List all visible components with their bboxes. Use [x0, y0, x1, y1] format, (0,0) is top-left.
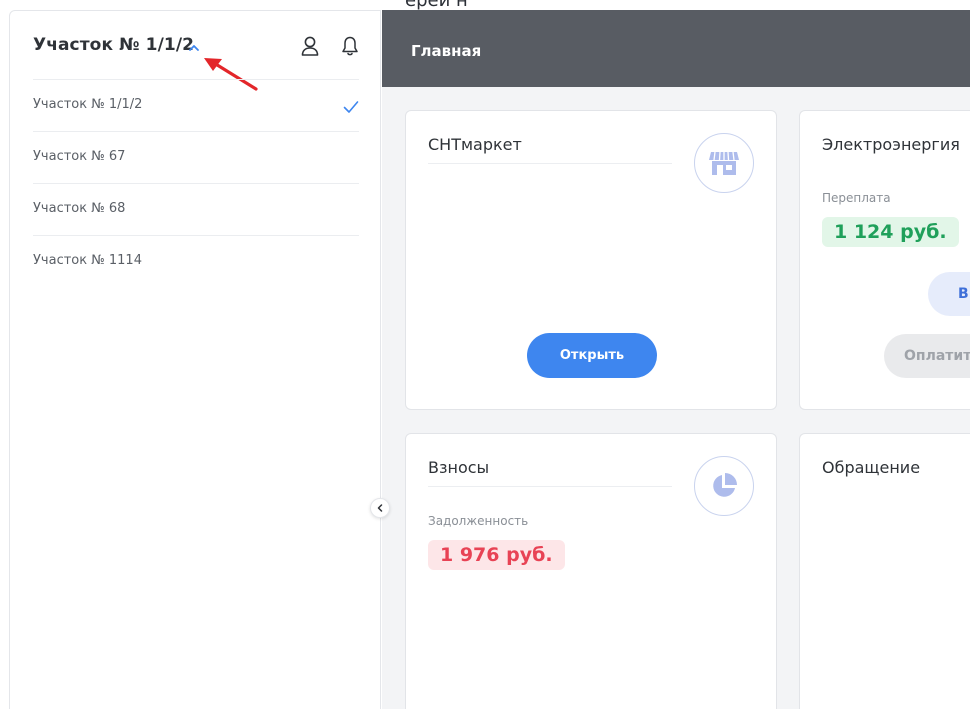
plot-item-label: Участок № 1114 — [33, 253, 142, 268]
electricity-card: Электроэнергия Переплата 1 124 руб. В Оп… — [799, 110, 970, 410]
plot-list: Участок № 1/1/2 Участок № 67 Участок № 6… — [33, 79, 359, 287]
top-bar: Главная — [382, 10, 970, 87]
pie-chart-icon — [694, 456, 754, 516]
appeal-card: Обращение — [799, 433, 970, 709]
overpayment-amount: 1 124 руб. — [822, 217, 959, 247]
plot-selector-title[interactable]: Участок № 1/1/2 — [33, 35, 194, 55]
pay-electricity-button[interactable]: Оплатить — [884, 334, 970, 378]
sidebar: Участок № 1/1/2 Участок № 1/1/2 Участок … — [9, 10, 381, 709]
plot-item-label: Участок № 67 — [33, 149, 126, 164]
appeal-card-title: Обращение — [822, 458, 921, 477]
plot-item-1114[interactable]: Участок № 1114 — [33, 235, 359, 287]
electricity-secondary-button[interactable]: В — [928, 272, 970, 316]
collapse-sidebar-button[interactable] — [370, 498, 390, 518]
card-divider — [428, 486, 672, 487]
card-divider — [428, 163, 672, 164]
plot-item-1-1-2[interactable]: Участок № 1/1/2 — [33, 79, 359, 131]
debt-amount: 1 976 руб. — [428, 540, 565, 570]
chevron-up-icon[interactable] — [187, 41, 201, 55]
page-title: Главная — [411, 42, 482, 60]
chevron-left-icon — [377, 504, 383, 512]
debt-label: Задолженность — [428, 514, 529, 528]
open-market-button[interactable]: Открыть — [527, 333, 657, 378]
bell-icon[interactable] — [340, 35, 360, 57]
store-icon — [694, 133, 754, 193]
market-card: СНТмаркет Открыть — [405, 110, 777, 410]
plot-item-label: Участок № 1/1/2 — [33, 97, 143, 112]
main-content: Главная СНТмаркет Открыть Электроэнергия… — [382, 10, 970, 709]
fees-card-title: Взносы — [428, 458, 490, 477]
fees-card: Взносы Задолженность 1 976 руб. — [405, 433, 777, 709]
plot-item-label: Участок № 68 — [33, 201, 126, 216]
electricity-card-title: Электроэнергия — [822, 135, 960, 154]
plot-item-68[interactable]: Участок № 68 — [33, 183, 359, 235]
market-card-title: СНТмаркет — [428, 135, 522, 154]
checkmark-icon — [343, 101, 359, 113]
user-icon[interactable] — [300, 35, 320, 57]
sidebar-header: Участок № 1/1/2 — [10, 11, 380, 81]
plot-item-67[interactable]: Участок № 67 — [33, 131, 359, 183]
overpayment-label: Переплата — [822, 191, 891, 205]
